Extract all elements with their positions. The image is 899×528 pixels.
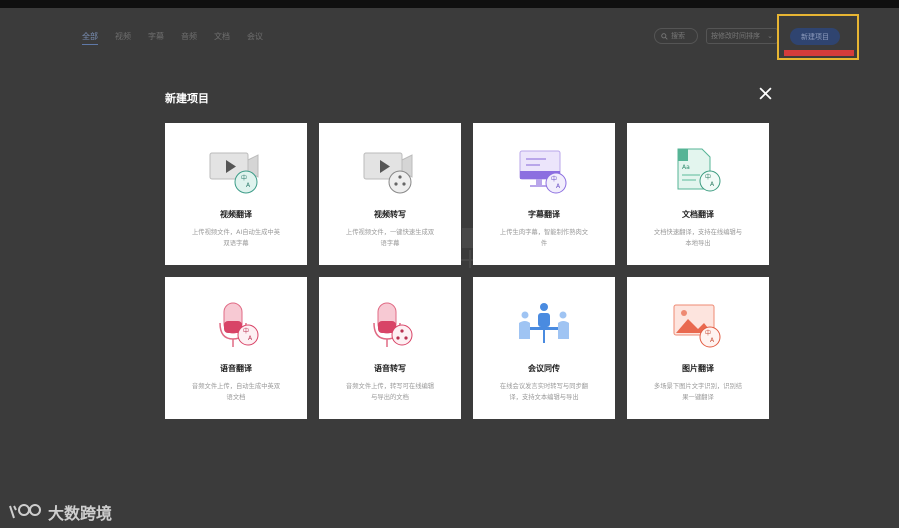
card-desc: 上传视频文件，AI自动生成中英双语字幕 (191, 229, 281, 247)
card-title: 字幕翻译 (528, 210, 560, 219)
tab-video[interactable]: 视频 (115, 31, 131, 45)
tab-document[interactable]: 文档 (214, 31, 230, 45)
card-voice-transcribe[interactable]: 语音转写 音频文件上传，转写可在线编辑与导出的文档 (319, 277, 461, 419)
card-desc: 上传视频文件，一键快速生成双语字幕 (345, 229, 435, 247)
modal-title: 新建项目 (165, 92, 209, 105)
sort-dropdown[interactable]: 按修改时间排序 ⌄ (706, 28, 778, 44)
search-label: 搜索 (671, 32, 685, 40)
meeting-interpret-icon (519, 303, 569, 343)
tab-all[interactable]: 全部 (82, 31, 98, 45)
sort-label: 按修改时间排序 (711, 32, 760, 40)
card-title: 文档翻译 (682, 210, 714, 219)
search-icon (661, 32, 668, 40)
card-video-transcribe[interactable]: 视频转写 上传视频文件，一键快速生成双语字幕 (319, 123, 461, 265)
document-translate-icon: Aa 中 A (677, 148, 721, 192)
card-subtitle-translate[interactable]: 中 A 字幕翻译 上传生肉字幕，智能制作熟肉文件 (473, 123, 615, 265)
chevron-down-icon: ⌄ (767, 32, 773, 40)
card-title: 语音翻译 (220, 364, 252, 373)
card-desc: 文档快速翻译，支持在线编辑与本地导出 (653, 229, 743, 247)
card-title: 会议同传 (528, 364, 560, 373)
card-video-translate[interactable]: 中 A 视频翻译 上传视频文件，AI自动生成中英双语字幕 (165, 123, 307, 265)
watermark: 大数跨境 (8, 500, 112, 524)
card-desc: 音频文件上传，转写可在线编辑与导出的文档 (345, 383, 435, 401)
svg-text:Aa: Aa (682, 164, 690, 171)
project-type-grid: 中 A 视频翻译 上传视频文件，AI自动生成中英双语字幕 视频转写 上传视频文件… (165, 123, 769, 419)
tab-subtitle[interactable]: 字幕 (148, 31, 164, 45)
search-box[interactable]: 搜索 (654, 28, 698, 44)
svg-text:中: 中 (705, 173, 711, 181)
card-document-translate[interactable]: Aa 中 A 文档翻译 文档快速翻译，支持在线编辑与本地导出 (627, 123, 769, 265)
video-translate-icon: 中 A (209, 152, 259, 194)
svg-text:中: 中 (243, 327, 249, 335)
card-desc: 多场景下图片文字识别，识别结果一键翻译 (653, 383, 743, 401)
annotation-red-bar (784, 50, 854, 56)
tab-audio[interactable]: 音频 (181, 31, 197, 45)
card-title: 视频翻译 (220, 210, 252, 219)
card-desc: 音频文件上传，自动生成中英双语文档 (191, 383, 281, 401)
watermark-text: 大数跨境 (48, 504, 113, 523)
tab-meeting[interactable]: 会议 (247, 31, 263, 45)
card-desc: 在线会议发言实时转写与同步翻译，支持文本编辑与导出 (499, 383, 589, 401)
card-image-translate[interactable]: 中 A 图片翻译 多场景下图片文字识别，识别结果一键翻译 (627, 277, 769, 419)
watermark-logo-icon (9, 504, 41, 519)
svg-text:中: 中 (705, 329, 711, 337)
window-top-strip (0, 0, 899, 8)
card-title: 语音转写 (374, 364, 406, 373)
voice-translate-icon: 中 A (219, 302, 259, 347)
filter-tabs: 全部 视频 字幕 音频 文档 会议 (82, 31, 263, 45)
video-transcribe-icon (363, 152, 413, 194)
subtitle-translate-icon: 中 A (519, 150, 567, 194)
svg-text:中: 中 (551, 175, 557, 183)
card-voice-translate[interactable]: 中 A 语音翻译 音频文件上传，自动生成中英双语文档 (165, 277, 307, 419)
voice-transcribe-icon (373, 302, 413, 347)
card-meeting-interpret[interactable]: 会议同传 在线会议发言实时转写与同步翻译，支持文本编辑与导出 (473, 277, 615, 419)
close-icon[interactable] (759, 87, 772, 100)
image-translate-icon: 中 A (673, 304, 721, 348)
card-title: 视频转写 (374, 210, 406, 219)
svg-text:中: 中 (241, 174, 247, 182)
card-title: 图片翻译 (682, 364, 714, 373)
card-desc: 上传生肉字幕，智能制作熟肉文件 (499, 229, 589, 247)
